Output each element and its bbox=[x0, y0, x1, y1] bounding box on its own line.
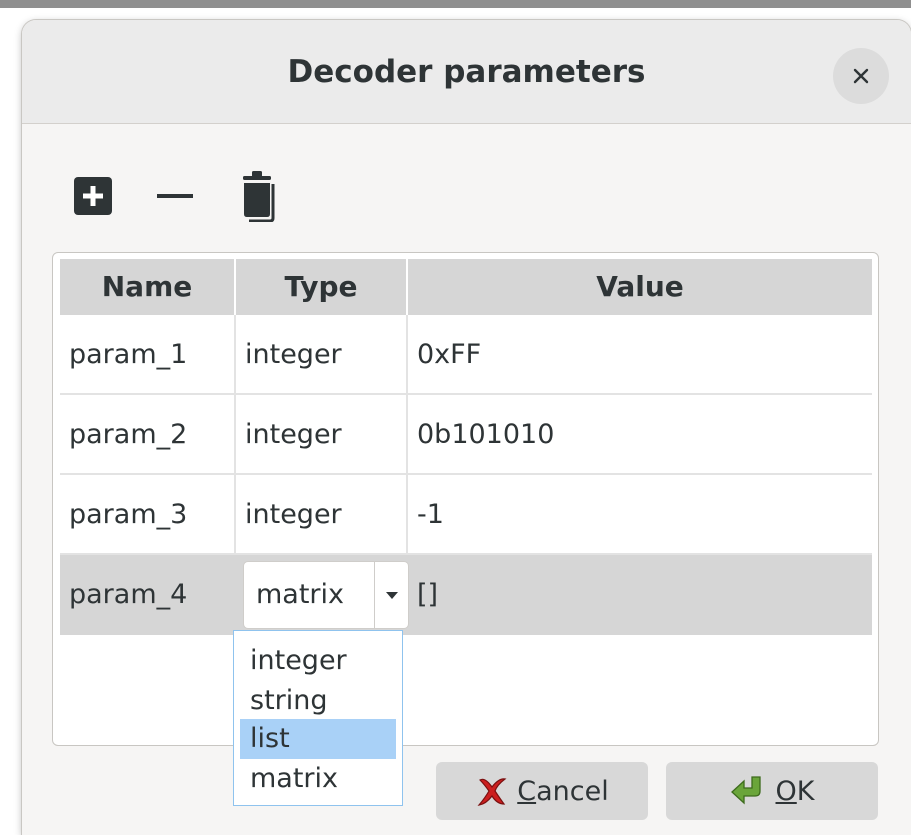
dropdown-option[interactable]: integer bbox=[240, 641, 396, 681]
add-parameter-button[interactable] bbox=[68, 168, 118, 224]
cell-name[interactable]: param_2 bbox=[60, 395, 236, 475]
cell-name[interactable]: param_4 bbox=[60, 555, 236, 635]
green-arrow-icon bbox=[730, 776, 761, 805]
combo-selected-value: matrix bbox=[256, 579, 345, 610]
add-icon bbox=[74, 177, 112, 215]
ok-button[interactable]: OK bbox=[666, 762, 878, 820]
cancel-button-label: Cancel bbox=[517, 775, 609, 807]
column-header-type[interactable]: Type bbox=[236, 259, 408, 315]
type-combo-box[interactable]: matrix bbox=[244, 562, 408, 628]
delete-all-button[interactable] bbox=[232, 168, 282, 224]
ok-button-label: OK bbox=[775, 775, 815, 807]
cell-type[interactable]: integer bbox=[236, 395, 408, 475]
dropdown-option[interactable]: matrix bbox=[240, 759, 396, 799]
trash-icon bbox=[243, 171, 275, 222]
combo-dropdown-button[interactable] bbox=[374, 562, 408, 628]
close-icon bbox=[853, 68, 869, 84]
dropdown-option[interactable]: string bbox=[240, 681, 396, 721]
cancel-button[interactable]: Cancel bbox=[436, 762, 648, 820]
dropdown-option-highlighted[interactable]: list bbox=[240, 719, 396, 759]
cell-name[interactable]: param_1 bbox=[60, 315, 236, 395]
column-header-name[interactable]: Name bbox=[60, 259, 236, 315]
table-row[interactable]: param_3 integer -1 bbox=[60, 475, 872, 555]
cell-value[interactable]: 0xFF bbox=[408, 315, 872, 395]
cell-type[interactable]: integer bbox=[236, 315, 408, 395]
dialog-title: Decoder parameters bbox=[287, 54, 646, 90]
cell-type[interactable]: integer bbox=[236, 475, 408, 555]
cell-value[interactable]: -1 bbox=[408, 475, 872, 555]
cell-value[interactable]: 0b101010 bbox=[408, 395, 872, 475]
chevron-down-icon bbox=[385, 591, 398, 599]
remove-icon bbox=[157, 194, 193, 198]
background-window-edge bbox=[0, 0, 911, 8]
decoder-parameters-dialog: Decoder parameters Name Type Value param… bbox=[22, 20, 911, 835]
table-header: Name Type Value bbox=[60, 259, 872, 315]
type-dropdown-list: integer string list matrix bbox=[233, 630, 403, 806]
cell-value[interactable]: [] bbox=[408, 555, 872, 635]
titlebar: Decoder parameters bbox=[22, 20, 911, 124]
red-x-icon bbox=[477, 778, 507, 806]
table-row[interactable]: param_1 integer 0xFF bbox=[60, 315, 872, 395]
table-row-selected[interactable]: param_4 matrix [] bbox=[60, 555, 872, 635]
cell-name[interactable]: param_3 bbox=[60, 475, 236, 555]
parameters-table: Name Type Value param_1 integer 0xFF par… bbox=[52, 252, 879, 746]
close-button[interactable] bbox=[833, 48, 889, 104]
column-header-value[interactable]: Value bbox=[408, 259, 872, 315]
remove-parameter-button[interactable] bbox=[151, 168, 201, 224]
table-row[interactable]: param_2 integer 0b101010 bbox=[60, 395, 872, 475]
